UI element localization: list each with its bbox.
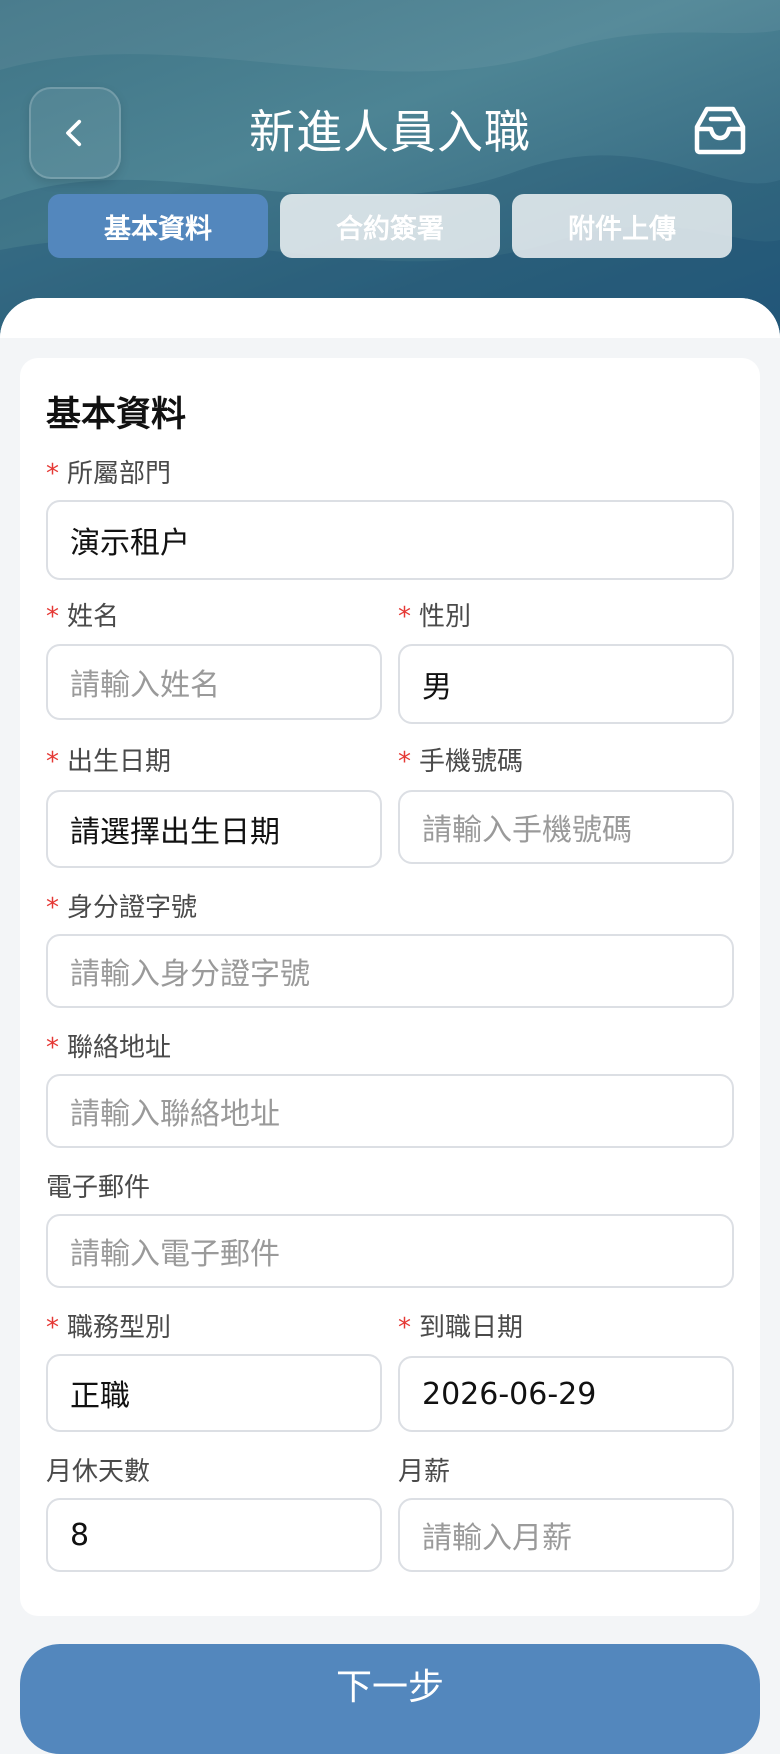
address-label: * 聯絡地址 [46,1033,172,1063]
required-mark: * [46,1313,59,1343]
content-sheet-top [0,298,780,338]
monthly-leave-input[interactable]: 8 [46,1498,382,1572]
inbox-button[interactable] [690,102,750,158]
salary-input[interactable]: 請輸入月薪 [398,1498,734,1572]
inbox-icon [694,106,746,155]
next-step-label: 下一步 [335,1667,444,1708]
mobile-label: * 手機號碼 [398,747,524,777]
required-mark: * [398,747,411,777]
salary-label: 月薪 [398,1457,451,1487]
tab-contract-signing[interactable]: 合約簽署 [280,194,500,258]
gender-label: * 性別 [398,602,472,632]
address-input[interactable]: 請輸入聯絡地址 [46,1074,734,1148]
start-date-picker[interactable]: 2026-06-29 [398,1356,734,1432]
birthdate-picker[interactable]: 請選擇出生日期 [46,790,382,868]
required-mark: * [46,747,59,777]
required-mark: * [398,1313,411,1343]
name-label: * 姓名 [46,602,120,632]
next-step-button[interactable]: 下一步 [20,1644,760,1754]
required-mark: * [398,602,411,632]
tab-label: 基本資料 [104,213,212,245]
start-date-label: * 到職日期 [398,1313,524,1343]
header-wave-background [0,0,780,340]
tab-label: 附件上傳 [568,213,676,245]
required-mark: * [46,893,59,923]
step-tabs: 基本資料 合約簽署 附件上傳 [48,194,732,258]
form-title: 基本資料 [46,395,187,435]
department-field[interactable]: 演示租户 [46,500,734,580]
page-title: 新進人員入職 [249,105,531,159]
email-input[interactable]: 請輸入電子郵件 [46,1214,734,1288]
job-type-label: * 職務型別 [46,1313,172,1343]
required-mark: * [46,1033,59,1063]
gender-select[interactable]: 男 [398,644,734,724]
page-header: 新進人員入職 基本資料 合約簽署 附件上傳 [0,0,780,340]
required-mark: * [46,602,59,632]
birthdate-label: * 出生日期 [46,747,172,777]
id-number-label: * 身分證字號 [46,893,198,923]
required-mark: * [46,459,59,489]
job-type-select[interactable]: 正職 [46,1354,382,1432]
monthly-leave-label: 月休天數 [46,1457,151,1487]
name-input[interactable]: 請輸入姓名 [46,644,382,720]
id-number-input[interactable]: 請輸入身分證字號 [46,934,734,1008]
tab-attachment-upload[interactable]: 附件上傳 [512,194,732,258]
tab-label: 合約簽署 [336,213,444,245]
mobile-input[interactable]: 請輸入手機號碼 [398,790,734,864]
email-label: 電子郵件 [46,1173,151,1203]
tab-basic-info[interactable]: 基本資料 [48,194,268,258]
department-label: * 所屬部門 [46,459,172,489]
